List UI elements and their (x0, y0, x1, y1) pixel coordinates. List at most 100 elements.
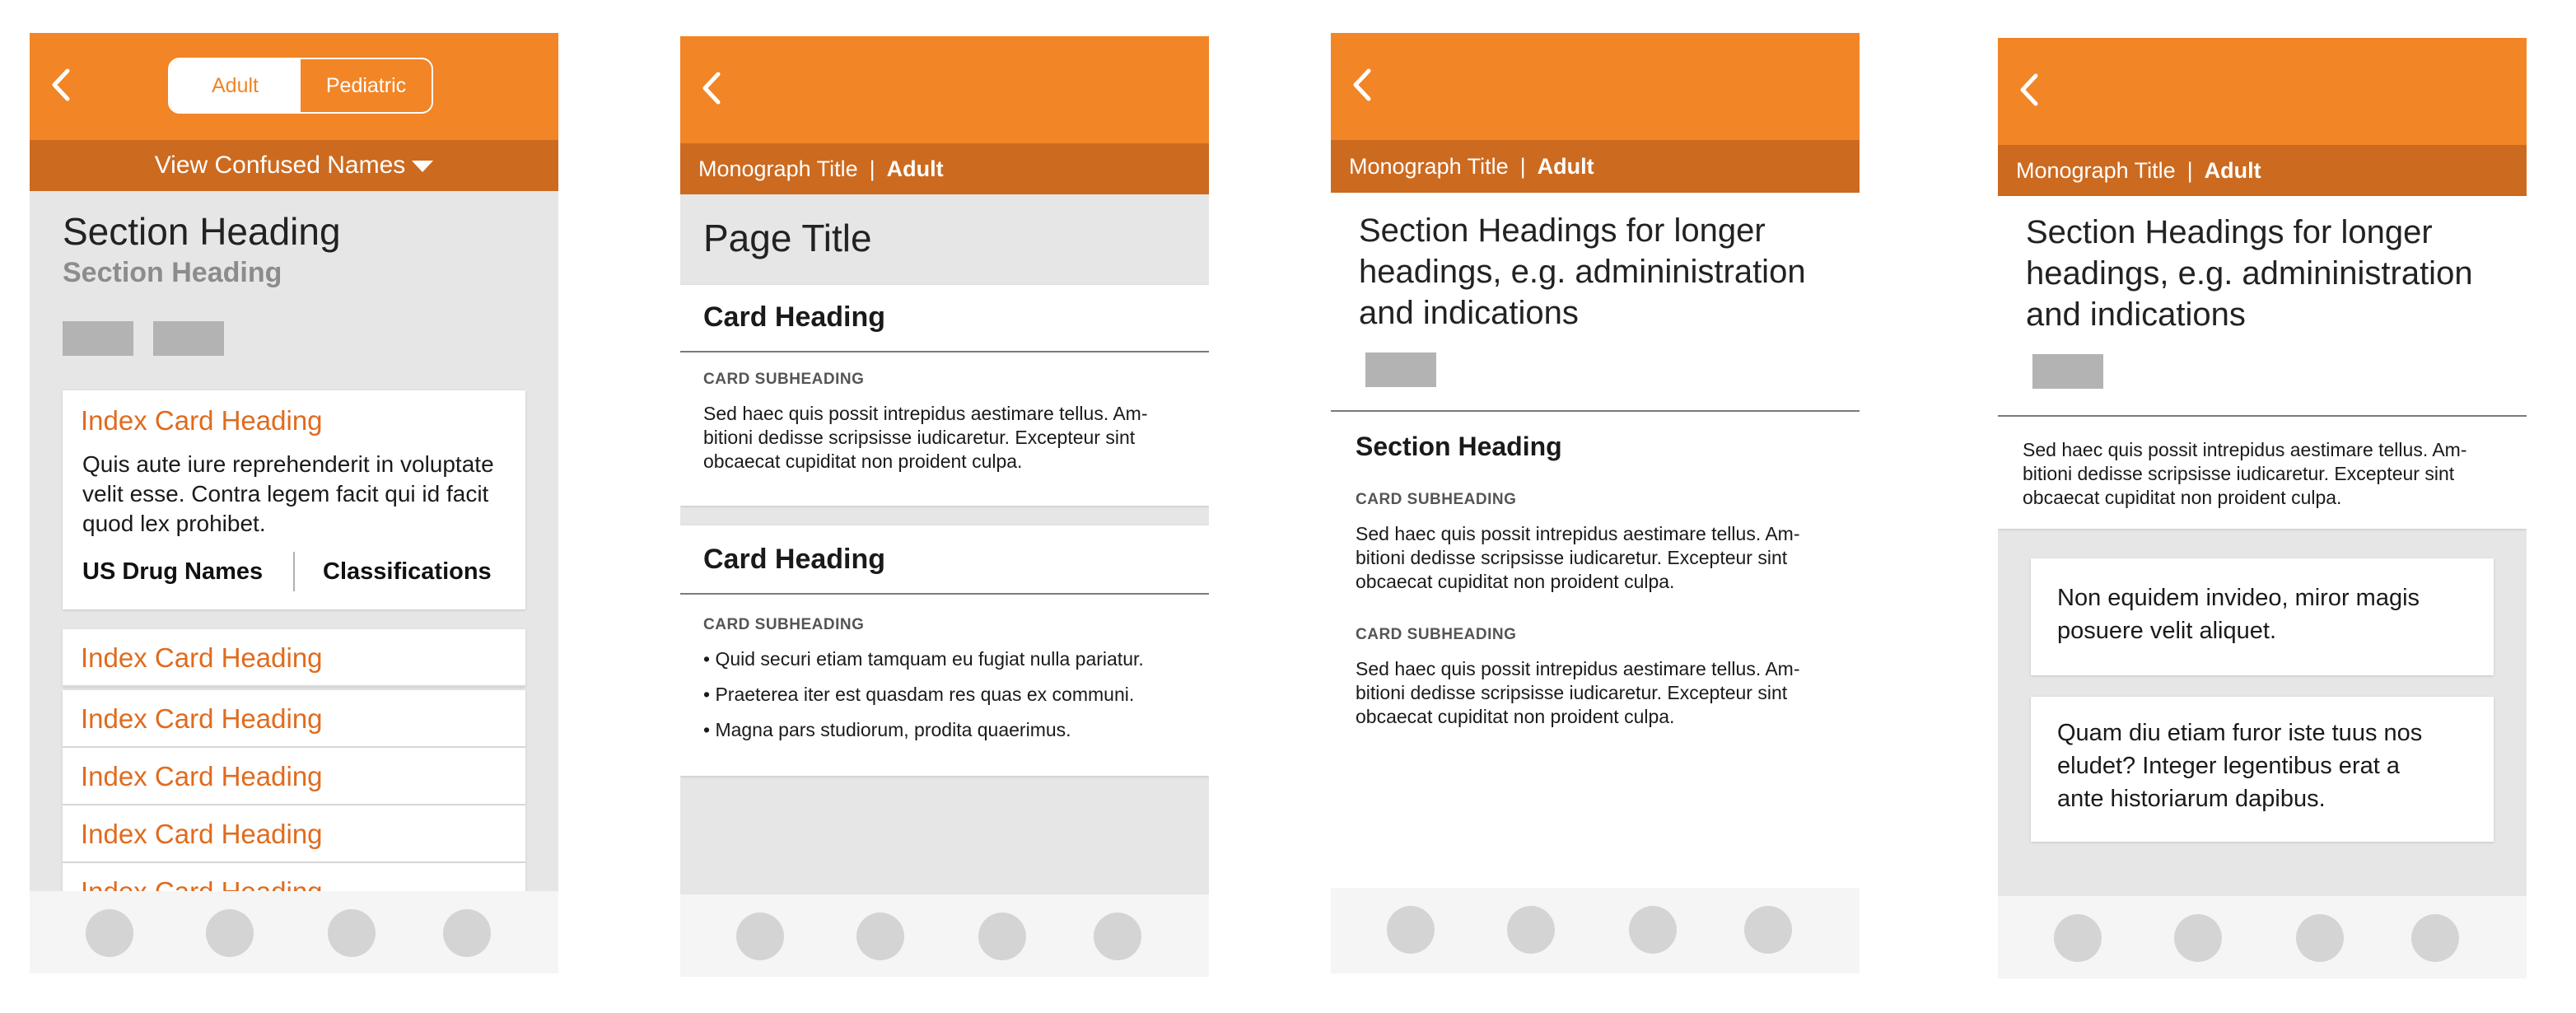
section-subheading: Section Heading (63, 257, 282, 288)
toggle-pediatric[interactable]: Pediatric (301, 59, 432, 112)
note-card[interactable]: Quam diu etiam furor iste tuus nos elude… (2031, 697, 2494, 842)
chevron-left-icon (2020, 73, 2038, 106)
us-drug-names-link[interactable]: US Drug Names (82, 558, 263, 586)
index-card-expanded: Index Card Heading Quis aute iure repreh… (63, 390, 525, 609)
card-body-line: bitioni dedisse scripsisse iudicaretur. … (703, 427, 1136, 448)
divider (293, 552, 295, 591)
card-heading: Card Heading (703, 301, 886, 333)
breadcrumb-bar: Monograph Title | Adult (1998, 145, 2527, 196)
nav-tab-icon[interactable] (856, 913, 904, 960)
section-heading-line: and indications (1359, 295, 1579, 331)
divider (1998, 415, 2527, 417)
back-button[interactable] (44, 64, 77, 105)
filter-chip[interactable] (63, 321, 133, 356)
filter-chip[interactable] (153, 321, 224, 356)
confused-names-label: View Confused Names (154, 152, 406, 179)
index-row[interactable]: Index Card Heading (63, 690, 525, 748)
note-card[interactable]: Non equidem invideo, miror magis posuere… (2031, 558, 2494, 675)
screen-monograph-cards: Monograph Title | Adult Page Title Card He… (680, 36, 1209, 977)
caret-down-icon (412, 161, 434, 173)
nav-tab-icon[interactable] (2411, 914, 2459, 962)
note-line: ante historiarum dapibus. (2057, 786, 2326, 812)
nav-tab-icon[interactable] (2296, 914, 2344, 962)
back-button[interactable] (695, 68, 728, 109)
body-line: obcaecat cupiditat non proident culpa. (1356, 571, 1675, 592)
index-card-title[interactable]: Index Card Heading (81, 405, 323, 436)
nav-tab-icon[interactable] (1507, 906, 1555, 954)
content-card: Card Heading CARD SUBHEADING • Quid secu… (680, 525, 1209, 776)
divider (1331, 410, 1860, 412)
population-label: Adult (1537, 154, 1594, 179)
index-row-title: Index Card Heading (81, 703, 323, 734)
bottom-nav (30, 891, 558, 973)
filter-chip[interactable] (2032, 354, 2103, 389)
chevron-left-icon (702, 72, 721, 105)
section-heading-line: and indications (2026, 296, 2246, 333)
body-line: Sed haec quis possit intrepidus aestimar… (1356, 523, 1800, 544)
breadcrumb: Monograph Title | Adult (1349, 154, 1594, 179)
monograph-title[interactable]: Monograph Title (698, 156, 858, 181)
card-body-line: obcaecat cupiditat non proident culpa. (703, 450, 1023, 472)
index-row[interactable]: Index Card Heading (63, 629, 525, 687)
section-heading-line: headings, e.g. admininistration (2026, 255, 2473, 292)
nav-tab-icon[interactable] (736, 913, 784, 960)
nav-tab-icon[interactable] (2174, 914, 2222, 962)
classifications-link[interactable]: Classifications (323, 558, 492, 586)
card-body-line: Sed haec quis possit intrepidus aestimar… (703, 403, 1148, 424)
content-card: Card Heading CARD SUBHEADING Sed haec qu… (680, 285, 1209, 506)
nav-tab-icon[interactable] (328, 909, 376, 957)
bottom-nav (1998, 896, 2527, 978)
screen-section-cards: Monograph Title | Adult Section Headings f… (1998, 38, 2527, 978)
toggle-adult[interactable]: Adult (170, 59, 301, 112)
bullet-item: • Magna pars studiorum, prodita quaerimu… (703, 719, 1071, 740)
breadcrumb: Monograph Title | Adult (698, 156, 944, 181)
card-subheading: CARD SUBHEADING (1356, 491, 1517, 508)
monograph-title[interactable]: Monograph Title (1349, 154, 1509, 179)
nav-tab-icon[interactable] (1629, 906, 1677, 954)
body-line: Sed haec quis possit intrepidus aestimar… (1356, 658, 1800, 679)
monograph-title[interactable]: Monograph Title (2016, 158, 2176, 183)
section-heading-line: Section Headings for longer (1359, 212, 1766, 249)
section-heading: Section Heading (63, 210, 341, 253)
bottom-nav (680, 894, 1209, 977)
index-row-title: Index Card Heading (81, 642, 323, 673)
chevron-left-icon (1353, 68, 1371, 101)
nav-tab-icon[interactable] (86, 909, 133, 957)
note-line: eludet? Integer legentibus erat a (2057, 753, 2400, 779)
nav-tab-icon[interactable] (1094, 913, 1141, 960)
card-subheading: CARD SUBHEADING (703, 616, 865, 633)
population-label: Adult (886, 156, 944, 181)
population-label: Adult (2204, 158, 2261, 183)
bottom-nav (1331, 888, 1860, 973)
note-line: Quam diu etiam furor iste tuus nos (2057, 720, 2423, 746)
bullet-item: • Quid securi etiam tamquam eu fugiat nu… (703, 648, 1144, 670)
index-row[interactable]: Index Card Heading (63, 748, 525, 805)
card-subheading: CARD SUBHEADING (1356, 626, 1517, 643)
filter-chip[interactable] (1365, 352, 1436, 387)
top-bar (680, 36, 1209, 143)
index-row-title: Index Card Heading (81, 761, 323, 791)
top-bar (1998, 38, 2527, 145)
section-heading-line: headings, e.g. admininistration (1359, 254, 1806, 290)
top-bar (1331, 33, 1860, 140)
body-line: bitioni dedisse scripsisse iudicaretur. … (1356, 682, 1788, 703)
note-line: Non equidem invideo, miror magis (2057, 585, 2420, 611)
breadcrumb-bar: Monograph Title | Adult (1331, 140, 1860, 193)
back-button[interactable] (1346, 64, 1379, 105)
back-button[interactable] (2013, 69, 2046, 110)
screen-section-detail: Monograph Title | Adult Section Headings f… (1331, 33, 1860, 973)
bullet-item: • Praeterea iter est quasdam res quas ex… (703, 684, 1135, 705)
population-toggle: Adult Pediatric (168, 58, 433, 114)
nav-tab-icon[interactable] (1744, 906, 1792, 954)
index-row[interactable]: Index Card Heading (63, 805, 525, 863)
top-bar: Adult Pediatric (30, 33, 558, 140)
nav-tab-icon[interactable] (1387, 906, 1435, 954)
nav-tab-icon[interactable] (443, 909, 491, 957)
body-line: bitioni dedisse scripsisse iudicaretur. … (1356, 547, 1788, 568)
body-line: obcaecat cupiditat non proident culpa. (2023, 487, 2342, 508)
confused-names-dropdown[interactable]: View Confused Names (30, 140, 558, 191)
nav-tab-icon[interactable] (2054, 914, 2102, 962)
nav-tab-icon[interactable] (206, 909, 254, 957)
nav-tab-icon[interactable] (978, 913, 1026, 960)
breadcrumb: Monograph Title | Adult (2016, 158, 2261, 183)
